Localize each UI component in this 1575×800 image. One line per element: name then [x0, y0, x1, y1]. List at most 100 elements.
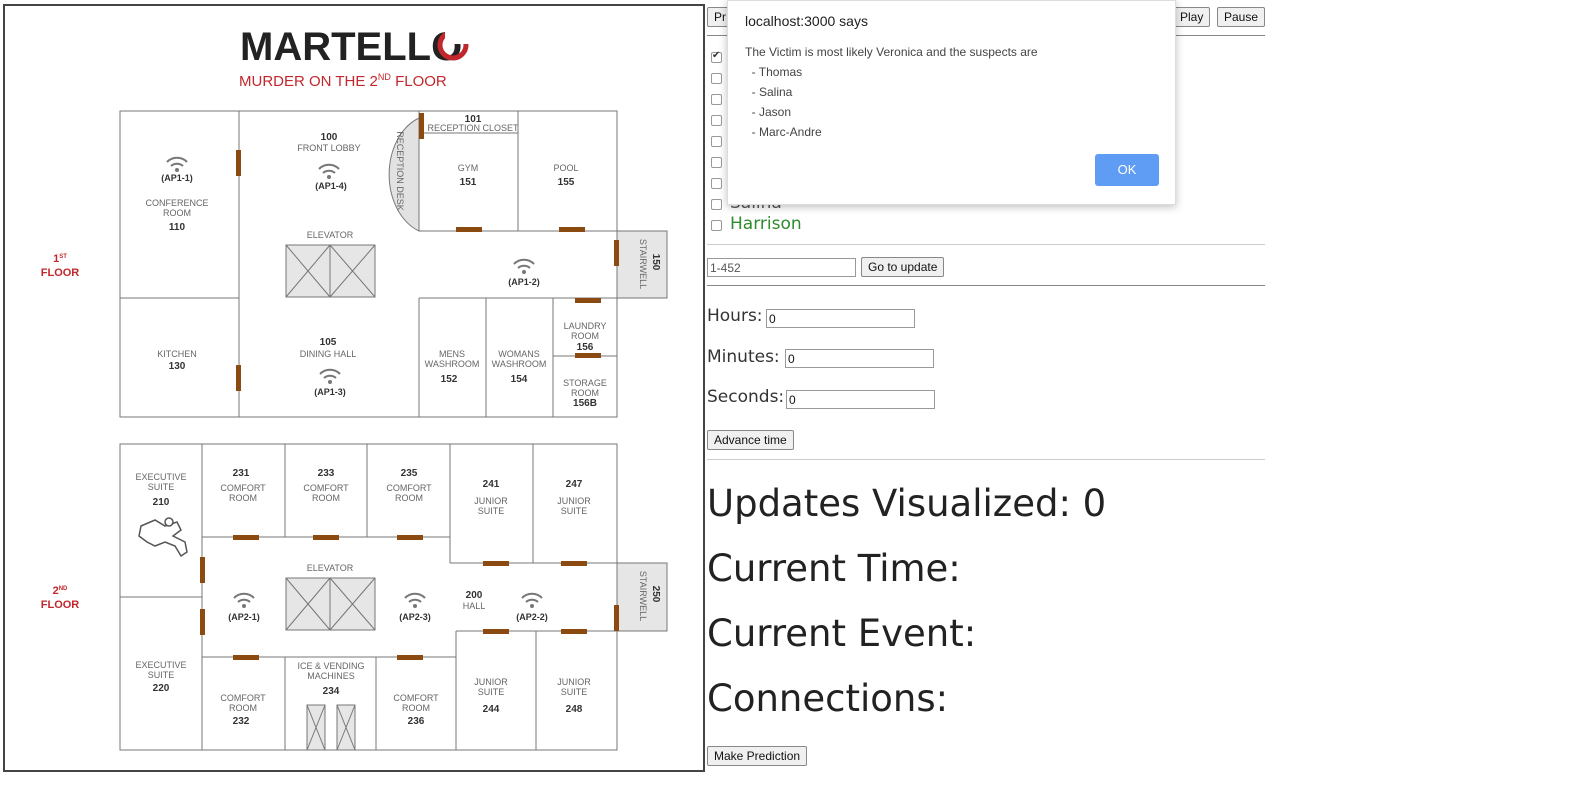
person-checkbox[interactable] — [711, 73, 722, 84]
go-to-update-button[interactable]: Go to update — [861, 257, 945, 277]
room-234-number: 234 — [323, 686, 340, 697]
room-156b-name-1: STORAGE — [563, 378, 607, 388]
person-checkbox[interactable] — [711, 94, 722, 105]
room-152-number: 152 — [441, 374, 458, 385]
hours-input[interactable] — [766, 309, 915, 328]
floor-1-walls — [119, 110, 668, 418]
brand-logo: MARTELLO — [240, 25, 462, 69]
person-checkbox-harrison[interactable] — [711, 220, 722, 231]
room-235-name-1: COMFORT — [386, 483, 432, 493]
person-checkbox[interactable] — [711, 115, 722, 126]
room-248-number: 248 — [566, 704, 583, 715]
room-155-name: POOL — [553, 163, 578, 173]
floor-1-label: 1ST — [53, 253, 67, 265]
room-156-name-2: ROOM — [571, 331, 599, 341]
access-point-ap1-4: (AP1-4) — [315, 181, 347, 191]
wifi-icon — [513, 258, 535, 274]
connections: Connections: — [707, 677, 949, 720]
wifi-icon — [166, 156, 188, 172]
play-button[interactable]: Play — [1173, 7, 1211, 27]
floor-2-label: 2ND — [53, 585, 68, 597]
current-event: Current Event: — [707, 612, 977, 655]
room-234-name-2: MACHINES — [307, 671, 355, 681]
room-232-number: 232 — [233, 716, 250, 727]
access-point-ap1-2: (AP1-2) — [508, 277, 540, 287]
room-110-name-1: CONFERENCE — [145, 198, 208, 208]
elevator-1-label: ELEVATOR — [307, 230, 354, 240]
dialog-message: The Victim is most likely Veronica and t… — [745, 45, 1038, 139]
room-235-name-2: ROOM — [395, 493, 423, 503]
alert-dialog: localhost:3000 says The Victim is most l… — [727, 0, 1176, 205]
divider — [707, 459, 1265, 460]
floor-map: MARTELLO MURDER ON THE 2ND FLOOR 1ST FLO… — [3, 4, 705, 772]
room-220-name-1: EXECUTIVE — [135, 660, 186, 670]
advance-time-button[interactable]: Advance time — [707, 430, 794, 450]
room-220-number: 220 — [153, 683, 170, 694]
floor-2-doors — [200, 535, 619, 660]
room-248-name-2: SUITE — [561, 687, 588, 697]
room-150-name: STAIRWELL — [638, 239, 648, 289]
room-236-name-1: COMFORT — [393, 693, 439, 703]
wifi-icon — [233, 592, 255, 608]
room-110-name-2: ROOM — [163, 208, 191, 218]
room-152-name-1: MENS — [439, 349, 465, 359]
floor-plan-svg: MARTELLO MURDER ON THE 2ND FLOOR 1ST FLO… — [41, 25, 668, 751]
room-130-number: 130 — [169, 361, 186, 372]
person-name-harrison: Harrison — [730, 214, 802, 234]
updates-visualized: Updates Visualized: 0 — [707, 482, 1107, 525]
access-point-ap2-3: (AP2-3) — [399, 612, 431, 622]
room-101-name: RECEPTION CLOSET — [427, 123, 519, 133]
room-233-number: 233 — [318, 468, 335, 479]
room-231-number: 231 — [233, 468, 250, 479]
person-checkbox-salina[interactable] — [711, 199, 722, 210]
seconds-label: Seconds: — [707, 387, 785, 407]
room-244-number: 244 — [483, 704, 500, 715]
ok-button[interactable]: OK — [1095, 154, 1159, 186]
current-time: Current Time: — [707, 547, 961, 590]
access-point-ap1-3: (AP1-3) — [314, 387, 346, 397]
room-210-name-2: SUITE — [148, 482, 175, 492]
room-231-name-1: COMFORT — [220, 483, 266, 493]
make-prediction-button[interactable]: Make Prediction — [707, 746, 808, 766]
room-155-number: 155 — [558, 177, 575, 188]
room-244-name-2: SUITE — [478, 687, 505, 697]
room-105-number: 105 — [320, 337, 337, 348]
access-point-ap2-2: (AP2-2) — [516, 612, 548, 622]
room-233-name-2: ROOM — [312, 493, 340, 503]
elevator-2-label: ELEVATOR — [307, 563, 354, 573]
room-236-number: 236 — [408, 716, 425, 727]
floor-1-word: FLOOR — [41, 267, 80, 279]
room-241-name-1: JUNIOR — [474, 496, 508, 506]
access-point-ap2-1: (AP2-1) — [228, 612, 260, 622]
access-point-ap1-1: (AP1-1) — [161, 173, 193, 183]
room-110-number: 110 — [169, 222, 186, 233]
hours-label: Hours: — [707, 306, 763, 326]
person-checkbox[interactable] — [711, 136, 722, 147]
room-156-name-1: LAUNDRY — [564, 321, 607, 331]
reception-desk-label: RECEPTION DESK — [395, 131, 405, 211]
room-220-name-2: SUITE — [148, 670, 175, 680]
room-231-name-2: ROOM — [229, 493, 257, 503]
room-233-name-1: COMFORT — [303, 483, 349, 493]
wifi-icon — [521, 592, 543, 608]
person-checkbox[interactable] — [711, 178, 722, 189]
update-number-input[interactable] — [707, 258, 856, 277]
room-105-name: DINING HALL — [300, 349, 357, 359]
room-156b-name-2: ROOM — [571, 388, 599, 398]
room-200-number: 200 — [466, 590, 483, 601]
room-100-name: FRONT LOBBY — [297, 143, 360, 153]
map-subtitle: MURDER ON THE 2ND FLOOR — [239, 72, 447, 90]
room-150-number: 150 — [650, 254, 661, 271]
wifi-icon — [404, 592, 426, 608]
room-156b-number: 156B — [573, 398, 597, 409]
room-236-name-2: ROOM — [402, 703, 430, 713]
minutes-input[interactable] — [785, 349, 934, 368]
person-checkbox[interactable] — [711, 157, 722, 168]
seconds-input[interactable] — [786, 390, 935, 409]
wifi-icon — [318, 163, 340, 179]
room-247-number: 247 — [566, 479, 583, 490]
person-checkbox[interactable] — [711, 50, 722, 63]
floor-2-word: FLOOR — [41, 599, 80, 611]
pause-button[interactable]: Pause — [1217, 7, 1266, 27]
room-232-name-1: COMFORT — [220, 693, 266, 703]
